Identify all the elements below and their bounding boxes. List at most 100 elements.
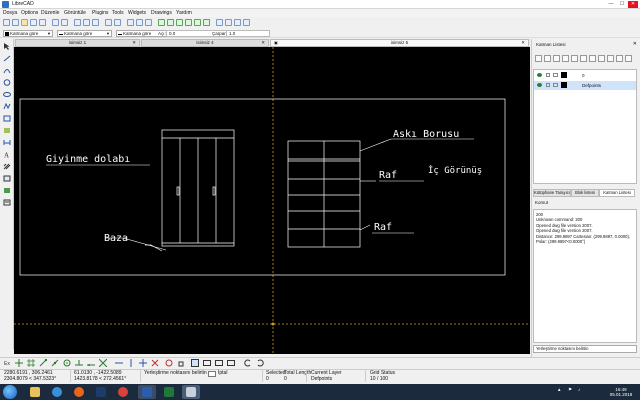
status-bar-toggle-icon[interactable]	[215, 359, 223, 367]
taskbar-chrome-icon[interactable]	[114, 385, 132, 399]
edit-layer-icon[interactable]	[571, 55, 578, 62]
close-button[interactable]: ✕	[628, 1, 638, 8]
menu-plugins[interactable]: Plugins	[92, 10, 108, 16]
relative-zero-icon[interactable]	[165, 359, 173, 367]
ellipse-tool-icon[interactable]	[3, 91, 11, 98]
zoom-in-icon[interactable]	[158, 19, 165, 26]
menu-options[interactable]: Options	[21, 10, 38, 16]
draft-mode-icon[interactable]	[203, 359, 211, 367]
eye-icon[interactable]	[537, 83, 542, 87]
tray-network-icon[interactable]: ▲	[557, 387, 561, 392]
pen-icon[interactable]	[216, 19, 223, 26]
tab-document-1[interactable]: isimsiz 1 ✕	[15, 39, 140, 47]
undo-snap-icon[interactable]	[244, 359, 252, 367]
color-combo[interactable]: Katmana göre ▼	[3, 30, 53, 37]
restrict-vertical-icon[interactable]	[127, 359, 135, 367]
redo-snap-icon[interactable]	[256, 359, 264, 367]
print-icon[interactable]	[553, 73, 558, 77]
lock-icon[interactable]	[546, 83, 550, 87]
circle-tool-icon[interactable]	[3, 79, 11, 86]
menu-view[interactable]: Görüntüle	[64, 10, 86, 16]
layer-settings-icon[interactable]	[625, 55, 632, 62]
block-icon[interactable]	[234, 19, 241, 26]
eye-icon[interactable]	[537, 73, 542, 77]
zoom-out-icon[interactable]	[167, 19, 174, 26]
draft-icon[interactable]	[136, 19, 143, 26]
taskbar-explorer-icon[interactable]	[26, 385, 44, 399]
linetype-combo[interactable]: Katmana göre ▼	[57, 30, 112, 37]
tray-volume-icon[interactable]: ♪	[578, 387, 580, 392]
restrict-horizontal-icon[interactable]	[115, 359, 123, 367]
save-as-icon[interactable]	[39, 19, 46, 26]
menu-widgets[interactable]: Widgets	[128, 10, 146, 16]
undo-icon[interactable]	[105, 19, 112, 26]
lock-relative-zero-icon[interactable]	[177, 359, 185, 367]
exclusive-snap-icon[interactable]: Ex	[4, 359, 12, 367]
lock-icon[interactable]	[546, 73, 550, 77]
arc-tool-icon[interactable]	[3, 67, 11, 74]
tray-flag-icon[interactable]: ⚑	[568, 387, 572, 392]
lock-all-icon[interactable]	[580, 55, 587, 62]
snap-distance-icon[interactable]	[87, 359, 95, 367]
close-icon[interactable]: ✕	[633, 41, 637, 47]
menu-file[interactable]: Dosya	[3, 10, 17, 16]
minimize-button[interactable]: —	[606, 1, 616, 8]
cut-icon[interactable]	[74, 19, 81, 26]
print-preview-icon[interactable]	[61, 19, 68, 26]
taskbar-excel-icon[interactable]	[160, 385, 178, 399]
close-tab-icon[interactable]: ✕	[261, 40, 265, 46]
print-icon[interactable]	[553, 83, 558, 87]
modify-tool-icon[interactable]	[3, 127, 11, 134]
drawing-canvas[interactable]: Giyinme dolabı Baza Askı Borusu Raf Raf …	[14, 47, 530, 354]
restrict-orthogonal-icon[interactable]	[139, 359, 147, 367]
taskbar-media-icon[interactable]	[48, 385, 66, 399]
restrict-nothing-icon[interactable]	[151, 359, 159, 367]
maximize-button[interactable]: ☐	[617, 1, 627, 8]
hatch-tool-icon[interactable]	[3, 163, 11, 170]
unlock-all-icon[interactable]	[589, 55, 596, 62]
redo-icon[interactable]	[114, 19, 121, 26]
tab-block-list[interactable]: Blok listesi	[571, 189, 599, 197]
menu-drawings[interactable]: Drawings	[151, 10, 172, 16]
command-input[interactable]: Yerleştirme noktasını belirtin	[533, 345, 637, 353]
layer-row[interactable]: 0	[534, 71, 636, 80]
tab-document-4[interactable]: isimsiz 4 ✕	[141, 39, 269, 47]
select-arrow-icon[interactable]	[3, 43, 11, 50]
taskbar-photoshop-icon[interactable]	[92, 385, 110, 399]
polyline-tool-icon[interactable]	[3, 103, 11, 110]
hide-all-layers-icon[interactable]	[544, 55, 551, 62]
zoom-window-icon[interactable]	[194, 19, 201, 26]
tab-layer-list[interactable]: Katman Listesi	[599, 189, 635, 197]
grid-icon[interactable]	[127, 19, 134, 26]
menu-tools[interactable]: Tools	[112, 10, 124, 16]
tray-clock[interactable]: 16:49 05.01.2018	[606, 387, 636, 397]
zoom-auto-icon[interactable]	[176, 19, 183, 26]
snap-intersection-icon[interactable]	[99, 359, 107, 367]
menu-help[interactable]: Yardım	[176, 10, 192, 16]
text-tool-icon[interactable]: A	[3, 151, 11, 159]
grid-toggle-icon[interactable]	[191, 359, 199, 367]
dimension-tool-icon[interactable]	[3, 139, 11, 146]
zoom-previous-icon[interactable]	[185, 19, 192, 26]
copy-icon[interactable]	[83, 19, 90, 26]
snap-free-icon[interactable]	[15, 359, 23, 367]
close-tab-icon[interactable]: ✕	[521, 40, 525, 46]
new-file-icon[interactable]	[3, 19, 10, 26]
paste-icon[interactable]	[92, 19, 99, 26]
snap-center-icon[interactable]	[63, 359, 71, 367]
block-tool-icon[interactable]	[3, 175, 11, 182]
ortho-icon[interactable]	[227, 359, 235, 367]
tab-library-browser[interactable]: Kütüphane Tarayıcı	[533, 189, 571, 197]
snap-endpoint-icon[interactable]	[39, 359, 47, 367]
info-tool-icon[interactable]	[3, 199, 11, 206]
layer-toggle-icon[interactable]	[225, 19, 232, 26]
zoom-pan-icon[interactable]	[203, 19, 210, 26]
show-all-layers-icon[interactable]	[535, 55, 542, 62]
remove-layer-icon[interactable]	[562, 55, 569, 62]
taskbar-librecad-icon[interactable]	[182, 385, 200, 399]
add-layer-icon[interactable]	[553, 55, 560, 62]
snap-middle-icon[interactable]	[75, 359, 83, 367]
snap-grid-icon[interactable]	[27, 359, 35, 367]
print-layer-icon[interactable]	[598, 55, 605, 62]
line-tool-icon[interactable]	[3, 55, 11, 62]
